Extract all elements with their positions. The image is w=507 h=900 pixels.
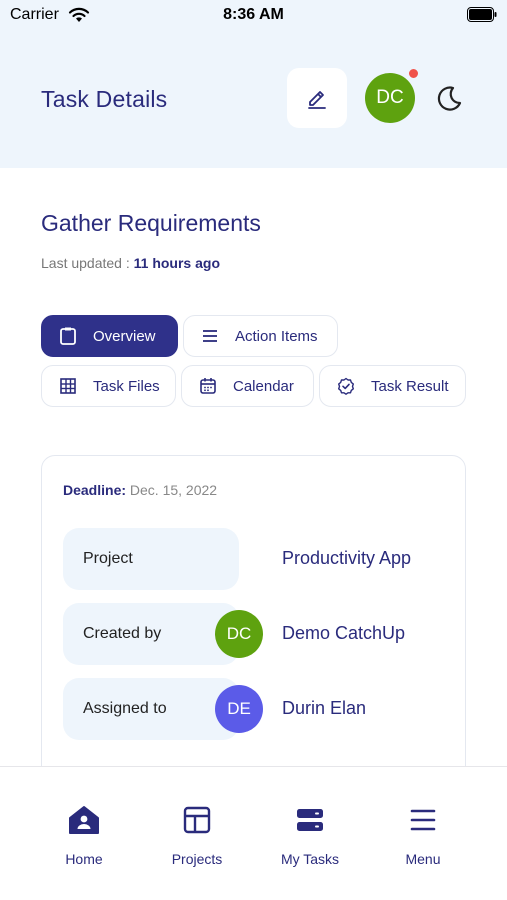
assignee-avatar[interactable]: DE [215, 685, 263, 733]
list-icon [203, 330, 217, 342]
tab-overview[interactable]: Overview [41, 315, 178, 357]
tab-calendar-label: Calendar [233, 377, 294, 395]
deadline-label: Deadline: [63, 482, 127, 498]
status-bar: Carrier 8:36 AM [0, 0, 507, 32]
last-updated: Last updated : 11 hours ago [41, 255, 220, 271]
deadline: Deadline: Dec. 15, 2022 [63, 482, 217, 498]
project-value[interactable]: Productivity App [282, 548, 411, 569]
moon-icon [437, 86, 462, 111]
task-title: Gather Requirements [41, 210, 261, 236]
bottom-nav: Home Projects My Tasks Menu [0, 766, 507, 900]
status-time: 8:36 AM [223, 6, 284, 23]
tab-task-result-label: Task Result [371, 377, 449, 395]
edit-icon [308, 91, 326, 109]
theme-toggle-button[interactable] [432, 82, 466, 116]
nav-home-label: Home [65, 851, 103, 867]
tab-overview-label: Overview [93, 327, 156, 345]
nav-home[interactable]: Home [34, 803, 134, 867]
layout-icon [183, 806, 211, 834]
created-by-value[interactable]: Demo CatchUp [282, 623, 405, 644]
tab-action-items[interactable]: Action Items [183, 315, 338, 357]
assigned-to-value[interactable]: Durin Elan [282, 698, 366, 719]
nav-menu-label: Menu [405, 851, 441, 867]
creator-avatar[interactable]: DC [215, 610, 263, 658]
last-updated-value: 11 hours ago [133, 255, 220, 271]
clipboard-icon [60, 327, 76, 345]
tab-calendar[interactable]: Calendar [181, 365, 314, 407]
last-updated-label: Last updated : [41, 255, 130, 271]
nav-menu[interactable]: Menu [373, 803, 473, 867]
tab-action-items-label: Action Items [235, 327, 318, 345]
edit-button[interactable] [287, 68, 347, 128]
calendar-icon [200, 378, 216, 394]
deadline-value: Dec. 15, 2022 [129, 482, 218, 498]
nav-projects-label: Projects [171, 851, 223, 867]
home-icon [69, 806, 99, 834]
notification-dot [408, 68, 419, 79]
task-details-card: Deadline: Dec. 15, 2022 Project Producti… [41, 455, 466, 785]
nav-my-tasks-label: My Tasks [280, 851, 340, 867]
grid-icon [60, 378, 76, 394]
nav-my-tasks[interactable]: My Tasks [260, 803, 360, 867]
tab-task-files-label: Task Files [93, 377, 160, 395]
tab-task-result[interactable]: Task Result [319, 365, 466, 407]
created-by-label: Created by [63, 603, 239, 665]
nav-projects[interactable]: Projects [147, 803, 247, 867]
check-badge-icon [338, 377, 354, 395]
battery-icon [467, 7, 497, 22]
page-title: Task Details [41, 86, 168, 112]
project-label: Project [63, 528, 239, 590]
tasks-icon [297, 809, 323, 831]
assigned-to-label: Assigned to [63, 678, 239, 740]
menu-icon [410, 809, 436, 831]
user-avatar[interactable]: DC [365, 73, 415, 123]
tab-task-files[interactable]: Task Files [41, 365, 176, 407]
